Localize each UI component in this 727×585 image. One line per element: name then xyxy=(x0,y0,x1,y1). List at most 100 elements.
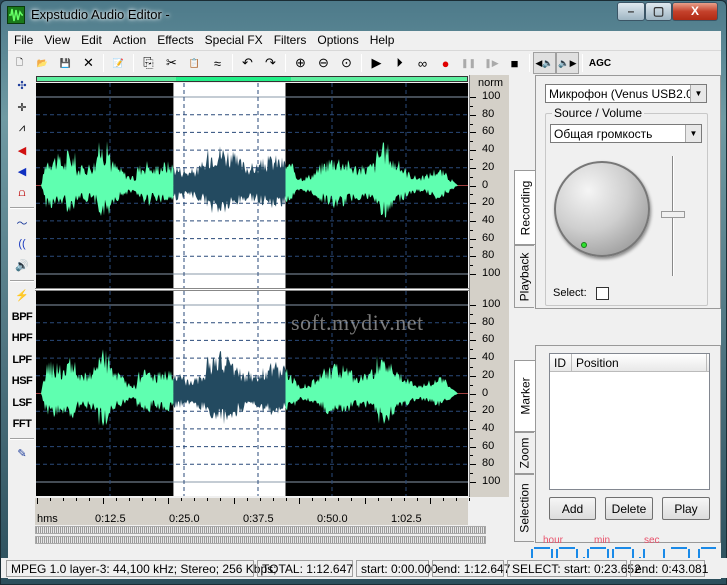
save-icon[interactable]: 💾 xyxy=(54,52,77,74)
tab-playback[interactable]: Playback xyxy=(514,245,534,308)
menu-filters[interactable]: Filters xyxy=(268,31,312,50)
menu-options[interactable]: Options xyxy=(311,31,363,50)
scale-minor-tick xyxy=(470,247,473,249)
play-icon[interactable]: ▶ xyxy=(365,52,388,74)
toolbar-separator xyxy=(529,54,530,72)
scale-minor-tick xyxy=(470,123,473,125)
lpf-button[interactable]: LPF xyxy=(8,349,36,371)
column-position[interactable]: Position xyxy=(572,354,707,371)
play-marker-button[interactable]: Play xyxy=(662,497,710,520)
copy-icon[interactable]: ⎘ xyxy=(137,52,160,74)
menu-effects[interactable]: Effects xyxy=(151,31,198,50)
paste-mix-icon[interactable]: ≈ xyxy=(206,52,229,74)
close-icon: X xyxy=(690,4,699,18)
maximize-button[interactable]: ▢ xyxy=(645,2,672,21)
bpf-button[interactable]: BPF xyxy=(8,306,36,328)
source-select[interactable]: Общая громкость ▼ xyxy=(550,124,702,143)
reverb-icon[interactable]: (( xyxy=(8,234,36,256)
waveform-icon[interactable]: ⩘ xyxy=(8,118,36,140)
edit-notes-icon[interactable]: ✎ xyxy=(8,443,36,465)
status-bar: MPEG 1.0 layer-3: 44,100 kHz; Stereo; 25… xyxy=(1,558,727,578)
pause-icon[interactable]: ❚❚ xyxy=(457,52,480,74)
hour-label: hour xyxy=(543,535,564,546)
toolbar-separator xyxy=(103,54,104,72)
zoom-out-icon[interactable]: ⊖ xyxy=(312,52,335,74)
delete-marker-button[interactable]: Delete xyxy=(605,497,653,520)
close-file-icon[interactable]: ✕ xyxy=(77,52,100,74)
play-selection-icon[interactable]: ⏵ xyxy=(388,52,411,74)
split-icon[interactable]: ✛ xyxy=(8,97,36,119)
marker-list[interactable]: ID Position xyxy=(549,353,710,490)
scale-minor-tick xyxy=(470,349,473,351)
menu-file[interactable]: File xyxy=(8,31,38,50)
menu-edit[interactable]: Edit xyxy=(75,31,107,50)
timeline-tick xyxy=(338,498,340,501)
noise-icon[interactable]: ⚡ xyxy=(8,285,36,307)
loop-icon[interactable]: ∞ xyxy=(411,52,434,74)
scale-label: 0 xyxy=(482,178,489,191)
title-bar[interactable]: Expstudio Audio Editor - – ▢ X xyxy=(1,1,726,29)
speaker-right-icon[interactable]: 🔈▶ xyxy=(556,52,579,74)
waveform-editor[interactable]: norm 100 80 60 40 20 0 20 40 60 80 100 100 80 60 40 20 0… xyxy=(35,75,509,497)
select-checkbox[interactable] xyxy=(596,287,609,300)
stop-icon[interactable]: ■ xyxy=(503,52,526,74)
tab-recording[interactable]: Recording xyxy=(514,170,536,245)
record-icon[interactable]: ● xyxy=(434,52,457,74)
tab-zoom[interactable]: Zoom xyxy=(514,432,534,474)
timeline-tick xyxy=(364,498,366,504)
device-select[interactable]: Микрофон (Venus USB2.0 C ▼ xyxy=(545,84,707,103)
close-button[interactable]: X xyxy=(672,2,718,21)
scale-label: 20 xyxy=(482,196,495,209)
volume-slider-thumb[interactable] xyxy=(661,211,685,218)
timeline-tick xyxy=(194,498,196,501)
zoom-in-icon[interactable]: ⊕ xyxy=(289,52,312,74)
lsf-button[interactable]: LSF xyxy=(8,392,36,414)
open-folder-icon[interactable]: 📂 xyxy=(31,52,54,74)
echo-icon[interactable]: 〜 xyxy=(8,212,36,234)
fade-out-icon[interactable]: ◀ xyxy=(8,161,36,183)
zoom-fit-icon[interactable]: ⊙ xyxy=(335,52,358,74)
chevron-down-icon: ▼ xyxy=(690,85,706,102)
normalize-icon[interactable]: ⩍ xyxy=(8,183,36,205)
timeline-tick xyxy=(390,498,392,501)
properties-icon[interactable]: 📝 xyxy=(107,52,130,74)
undo-icon[interactable]: ↶ xyxy=(236,52,259,74)
scale-tick xyxy=(470,428,476,430)
hpf-button[interactable]: HPF xyxy=(8,328,36,350)
add-marker-button[interactable]: Add xyxy=(549,497,596,520)
paste-icon[interactable]: 📋 xyxy=(183,52,206,74)
column-id[interactable]: ID xyxy=(550,354,572,371)
tab-marker[interactable]: Marker xyxy=(514,360,536,432)
volume-knob[interactable] xyxy=(554,161,650,257)
horizontal-scrollbar-2[interactable] xyxy=(35,536,486,544)
menu-action[interactable]: Action xyxy=(107,31,151,50)
hsf-button[interactable]: HSF xyxy=(8,371,36,393)
scale-tick xyxy=(470,375,476,377)
overview-selection[interactable] xyxy=(176,77,291,81)
scale-minor-tick xyxy=(470,455,473,457)
minimize-icon: – xyxy=(627,4,635,18)
toolbar-separator xyxy=(232,54,233,72)
redo-icon[interactable]: ↷ xyxy=(259,52,282,74)
agc-button[interactable]: AGC xyxy=(586,52,614,74)
speaker-effect-icon[interactable]: 🔊 xyxy=(8,255,36,277)
scale-label: 40 xyxy=(482,143,495,156)
expand-icon[interactable]: ✣ xyxy=(8,75,36,97)
cut-icon[interactable]: ✂ xyxy=(160,52,183,74)
menu-special-fx[interactable]: Special FX xyxy=(199,31,268,50)
minimize-button[interactable]: – xyxy=(617,2,645,21)
menu-help[interactable]: Help xyxy=(364,31,400,50)
channel-left[interactable] xyxy=(36,83,468,288)
fft-button[interactable]: FFT xyxy=(8,414,36,436)
step-icon[interactable]: ❚▶ xyxy=(480,52,503,74)
menu-view[interactable]: View xyxy=(38,31,75,50)
horizontal-scrollbar[interactable] xyxy=(35,526,486,534)
time-ruler[interactable]: hms 0:12.5 0:25.0 0:37.5 0:50.0 1:02.5 xyxy=(35,498,471,525)
scale-tick xyxy=(470,238,476,240)
overview-bar[interactable] xyxy=(36,76,468,82)
fade-in-icon[interactable]: ◀ xyxy=(8,140,36,162)
scale-label: 40 xyxy=(482,421,495,434)
speaker-left-icon[interactable]: ◀🔈 xyxy=(533,52,556,74)
new-file-icon[interactable]: 🗋 xyxy=(8,52,31,74)
tab-selection[interactable]: Selection xyxy=(514,474,534,542)
